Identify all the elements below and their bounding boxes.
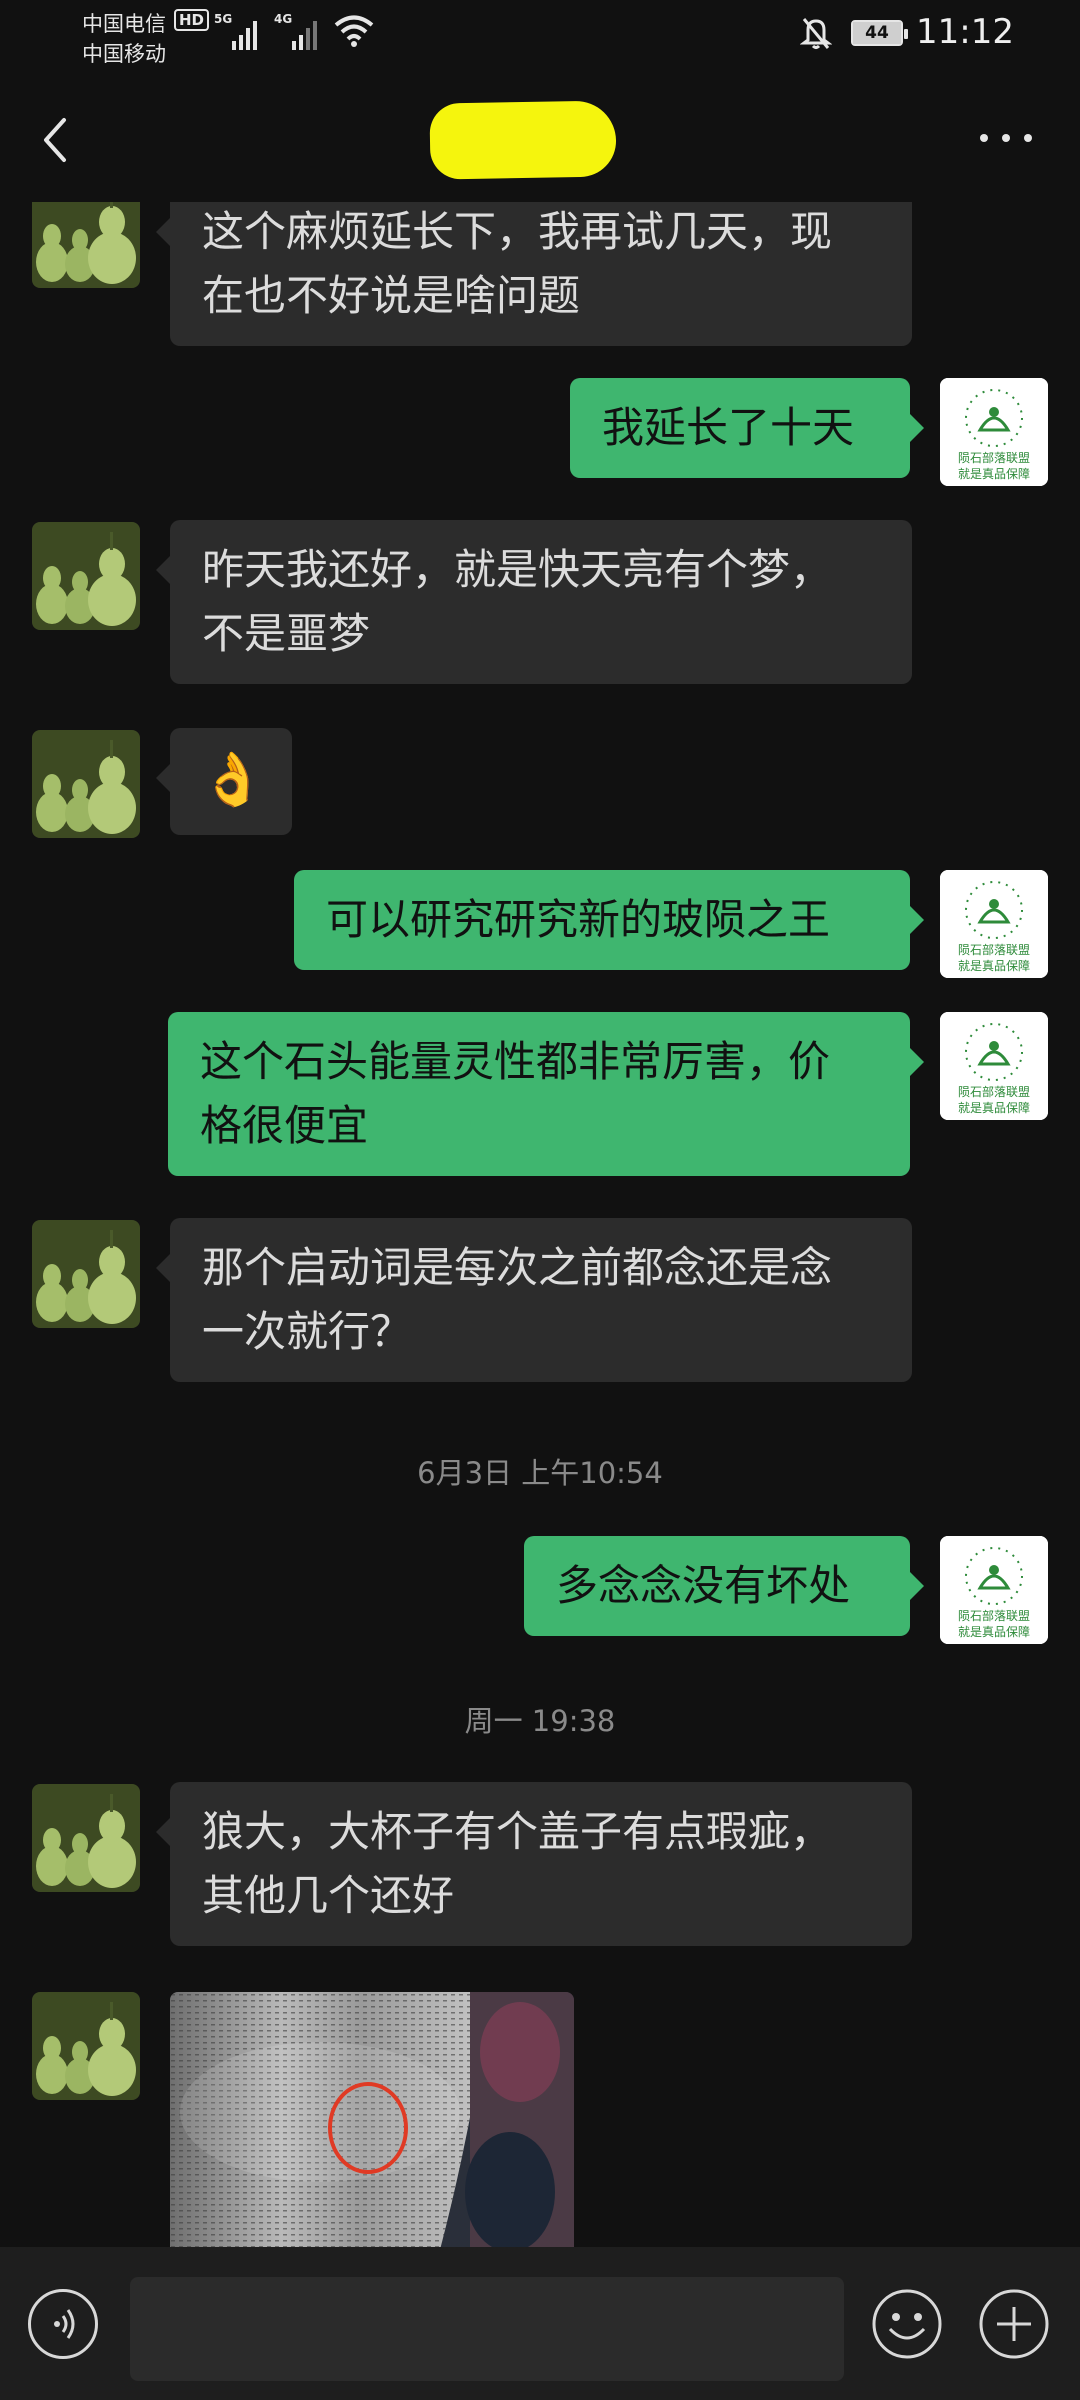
chevron-left-icon[interactable] (34, 110, 78, 170)
avatar-caption: 就是真品保障 (958, 1624, 1030, 1639)
signal-2-icon: 4G (274, 12, 322, 50)
message-text-line: 那个启动词是每次之前都念还是念 (202, 1243, 833, 1292)
avatar-caption: 陨石部落联盟 (958, 450, 1030, 465)
ok-hand-emoji: 👌 (200, 750, 265, 810)
timestamp: 6月3日 上午10:54 (417, 1456, 663, 1490)
signal-2-label: 4G (274, 12, 293, 26)
carrier-2-label: 中国移动 (82, 42, 166, 66)
avatar-caption: 就是真品保障 (958, 1100, 1030, 1115)
message-text-line: 狼大，大杯子有个盖子有点瑕疵， (202, 1807, 833, 1856)
message-text-line: 其他几个还好 (202, 1871, 455, 1920)
contact-avatar[interactable] (32, 202, 140, 288)
signal-1-label: 5G (214, 12, 233, 26)
avatar-caption: 陨石部落联盟 (958, 942, 1030, 957)
input-bar (0, 2247, 1080, 2400)
message-bubble[interactable]: 👌 (156, 728, 292, 835)
image-message[interactable] (170, 1992, 574, 2247)
message-text-line: 多念念没有坏处 (556, 1561, 851, 1610)
contact-avatar[interactable] (32, 1784, 140, 1892)
emoji-face-icon[interactable] (870, 2287, 944, 2361)
message-bubble[interactable]: 狼大，大杯子有个盖子有点瑕疵， 其他几个还好 (156, 1782, 912, 1946)
avatar-caption: 就是真品保障 (958, 466, 1030, 481)
avatar-caption: 就是真品保障 (958, 958, 1030, 973)
message-text-line: 格很便宜 (200, 1101, 369, 1150)
mute-bell-icon (800, 18, 832, 49)
carrier-1-label: 中国电信 (82, 12, 166, 36)
message-text-line: 在也不好说是啥问题 (202, 271, 581, 320)
avatar-caption: 陨石部落联盟 (958, 1608, 1030, 1623)
message-text-line: 这个麻烦延长下，我再试几天，现 (202, 207, 833, 256)
contact-avatar[interactable] (32, 522, 140, 630)
message-bubble[interactable]: 那个启动词是每次之前都念还是念 一次就行？ (156, 1218, 912, 1382)
message-list[interactable]: 这个麻烦延长下，我再试几天，现 在也不好说是啥问题 我延长了十天 陨石部落联盟 … (0, 202, 1080, 2247)
contact-name-redacted (429, 100, 617, 180)
message-bubble[interactable]: 可以研究研究新的玻陨之王 (294, 870, 924, 970)
battery-icon: 44 (851, 20, 908, 46)
message-text-line: 可以研究研究新的玻陨之王 (326, 895, 831, 944)
message-bubble[interactable]: 这个石头能量灵性都非常厉害，价 格很便宜 (168, 1012, 924, 1176)
message-text-line: 这个石头能量灵性都非常厉害，价 (200, 1037, 831, 1086)
plus-icon[interactable] (977, 2287, 1051, 2361)
clock: 11:12 (916, 12, 1014, 52)
message-text-line: 一次就行？ (202, 1307, 413, 1356)
contact-avatar[interactable] (32, 730, 140, 838)
avatar-caption: 陨石部落联盟 (958, 1084, 1030, 1099)
self-avatar[interactable]: 陨石部落联盟 就是真品保障 (940, 378, 1048, 486)
message-text-line: 不是噩梦 (202, 609, 371, 658)
message-bubble[interactable]: 昨天我还好，就是快天亮有个梦， 不是噩梦 (156, 520, 912, 684)
wifi-icon (334, 15, 374, 47)
self-avatar[interactable]: 陨石部落联盟 就是真品保障 (940, 870, 1048, 978)
timestamp: 周一 19:38 (464, 1704, 616, 1738)
message-input[interactable] (130, 2277, 844, 2381)
signal-1-icon: 5G (214, 12, 260, 50)
self-avatar[interactable]: 陨石部落联盟 就是真品保障 (940, 1012, 1048, 1120)
voice-input-icon[interactable] (28, 2289, 98, 2359)
self-avatar[interactable]: 陨石部落联盟 就是真品保障 (940, 1536, 1048, 1644)
message-bubble[interactable]: 这个麻烦延长下，我再试几天，现 在也不好说是啥问题 (156, 202, 912, 346)
contact-avatar[interactable] (32, 1992, 140, 2100)
more-horizontal-icon[interactable] (976, 130, 1036, 146)
battery-level: 44 (853, 22, 901, 44)
hd-badge: HD (174, 9, 210, 31)
status-bar: 中国电信 HD 5G 中国移动 4G 44 11:12 (0, 0, 1080, 72)
message-text-line: 我延长了十天 (602, 403, 855, 452)
chat-header (0, 72, 1080, 202)
contact-avatar[interactable] (32, 1220, 140, 1328)
message-bubble[interactable]: 多念念没有坏处 (524, 1536, 924, 1636)
message-bubble[interactable]: 我延长了十天 (570, 378, 924, 478)
message-text-line: 昨天我还好，就是快天亮有个梦， (202, 545, 833, 594)
